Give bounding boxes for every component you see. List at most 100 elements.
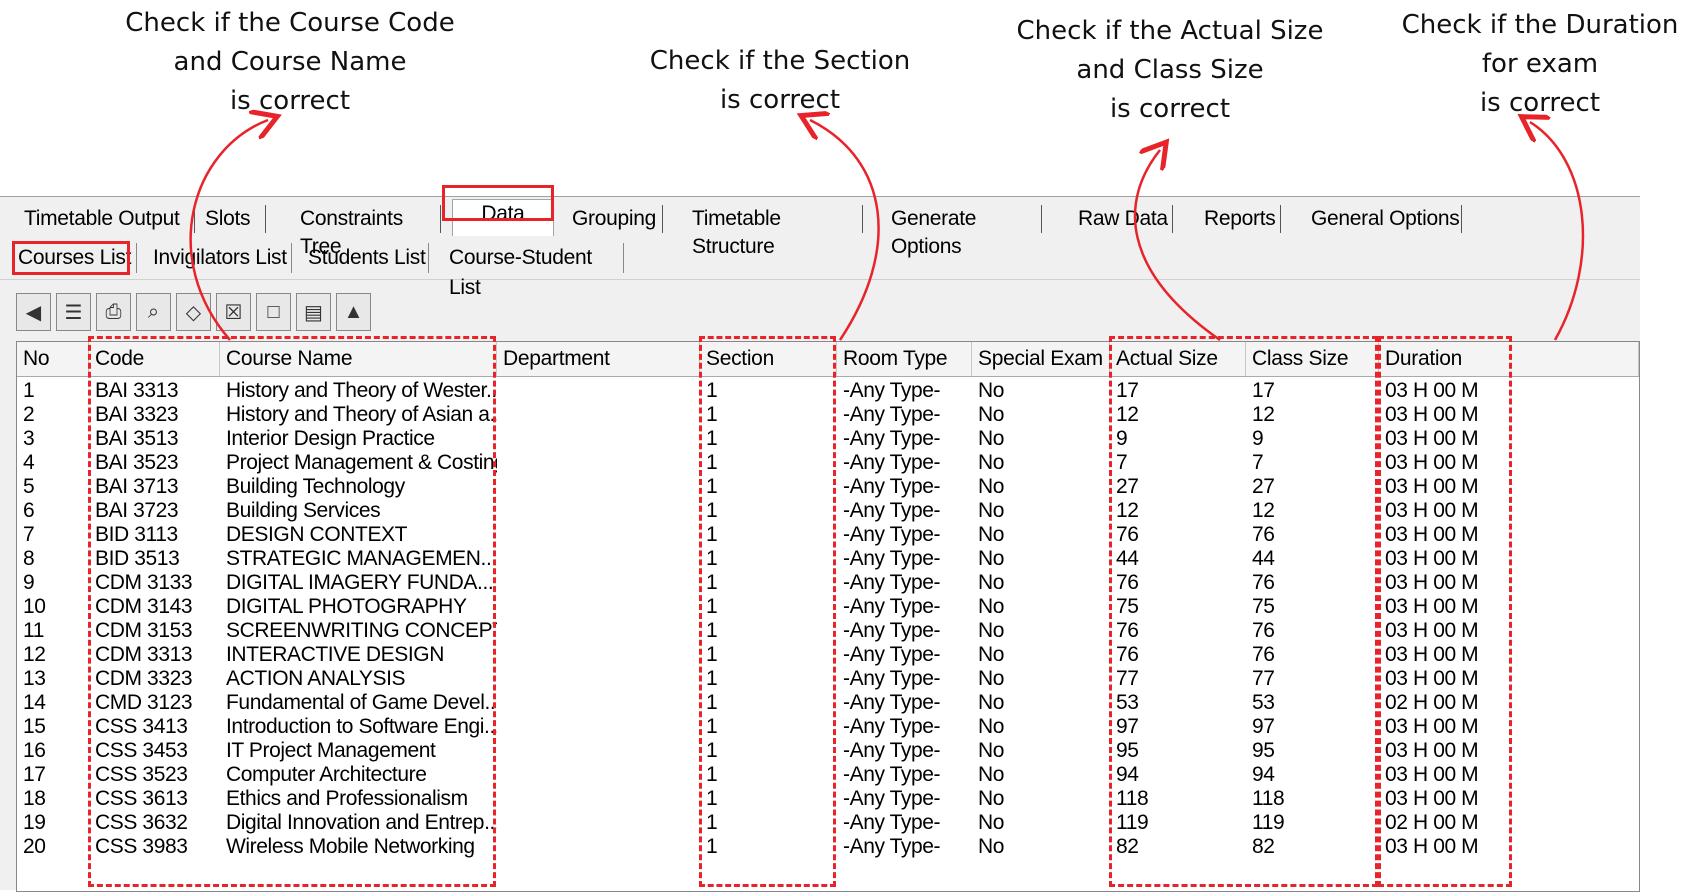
cell-no: 4 — [23, 451, 35, 474]
annotation-size: Check if the Actual Size and Class Size … — [1016, 16, 1324, 124]
highlight-code-name — [88, 336, 496, 887]
tab-constraints-tree[interactable]: Constraints Tree — [300, 205, 441, 258]
cell-no: 1 — [23, 379, 35, 402]
cell-room-type: -Any Type- — [843, 403, 941, 426]
cell-no: 10 — [23, 595, 46, 618]
tab-slots[interactable]: Slots — [205, 205, 266, 233]
tab-generate-options[interactable]: Generate Options — [891, 205, 1042, 258]
tab-reports[interactable]: Reports — [1204, 205, 1281, 233]
upload-icon: ▲ — [343, 300, 364, 323]
cell-no: 18 — [23, 787, 46, 810]
cell-special-exam: No — [978, 547, 1005, 570]
cell-no: 15 — [23, 715, 46, 738]
form-icon: ▤ — [304, 301, 323, 324]
filter-button[interactable]: ◇ — [176, 293, 211, 331]
sub-tabbar: Courses List Invigilators List Students Li… — [0, 237, 1640, 299]
highlight-duration — [1378, 336, 1512, 887]
cell-no: 6 — [23, 499, 35, 522]
cell-department — [497, 450, 700, 476]
cell-special-exam: No — [978, 475, 1005, 498]
trash-button[interactable]: ☒ — [216, 293, 251, 331]
subtab-invigilators-list[interactable]: Invigilators List — [153, 243, 292, 273]
tab-grouping[interactable]: Grouping — [572, 205, 663, 233]
cell-department — [497, 426, 700, 452]
tab-timetable-structure[interactable]: Timetable Structure — [692, 205, 863, 258]
cell-department — [497, 714, 700, 740]
cell-no: 2 — [23, 403, 35, 426]
highlight-box-data-tab — [442, 185, 554, 221]
tab-raw-data[interactable]: Raw Data — [1078, 205, 1173, 233]
cell-room-type: -Any Type- — [843, 619, 941, 642]
tab-general-options[interactable]: General Options — [1311, 205, 1462, 233]
cell-no: 7 — [23, 523, 35, 546]
annotation-duration: Check if the Duration for exam is correc… — [1401, 10, 1679, 118]
cell-no: 5 — [23, 475, 35, 498]
highlight-sizes — [1109, 336, 1378, 887]
col-header-no[interactable]: No — [17, 342, 89, 376]
cell-no: 20 — [23, 835, 46, 858]
cell-special-exam: No — [978, 595, 1005, 618]
cell-room-type: -Any Type- — [843, 379, 941, 402]
cell-department — [497, 834, 700, 860]
cell-no: 8 — [23, 547, 35, 570]
cell-department — [497, 594, 700, 620]
cell-no: 3 — [23, 427, 35, 450]
cell-special-exam: No — [978, 619, 1005, 642]
cell-no: 11 — [23, 619, 44, 642]
cell-department — [497, 474, 700, 500]
cell-room-type: -Any Type- — [843, 643, 941, 666]
cell-room-type: -Any Type- — [843, 451, 941, 474]
cell-no: 19 — [23, 811, 46, 834]
cell-no: 9 — [23, 571, 35, 594]
cell-room-type: -Any Type- — [843, 835, 941, 858]
subtab-course-student-list[interactable]: Course-Student List — [449, 243, 624, 299]
cell-room-type: -Any Type- — [843, 499, 941, 522]
cell-department — [497, 690, 700, 716]
col-header-room-type[interactable]: Room Type — [837, 342, 972, 376]
cell-room-type: -Any Type- — [843, 547, 941, 570]
window-icon: □ — [267, 300, 280, 323]
main-tabbar: Timetable Output Slots Constraints Tree Dat… — [0, 197, 1640, 258]
cell-no: 13 — [23, 667, 46, 690]
cell-special-exam: No — [978, 427, 1005, 450]
tab-timetable-output[interactable]: Timetable Output — [24, 205, 195, 233]
cell-no: 16 — [23, 739, 46, 762]
cell-special-exam: No — [978, 811, 1005, 834]
cell-special-exam: No — [978, 523, 1005, 546]
cell-room-type: -Any Type- — [843, 667, 941, 690]
cell-special-exam: No — [978, 451, 1005, 474]
cell-no: 14 — [23, 691, 46, 714]
trash-icon: ☒ — [224, 301, 243, 324]
edit-list-button[interactable]: ☰ — [56, 293, 91, 331]
window-button[interactable]: □ — [256, 293, 291, 331]
cell-department — [497, 762, 700, 788]
cell-special-exam: No — [978, 739, 1005, 762]
cell-special-exam: No — [978, 403, 1005, 426]
print-preview-button[interactable]: ⌕ — [136, 293, 171, 331]
cell-department — [497, 786, 700, 812]
cell-department — [497, 666, 700, 692]
cell-department — [497, 642, 700, 668]
cell-special-exam: No — [978, 691, 1005, 714]
cell-special-exam: No — [978, 763, 1005, 786]
col-header-department[interactable]: Department — [497, 342, 700, 376]
cell-department — [497, 378, 700, 404]
filter-icon: ◇ — [185, 301, 202, 324]
annotation-course-code: Check if the Course Code and Course Name… — [125, 8, 455, 116]
annotation-section: Check if the Section is correct — [649, 46, 911, 115]
col-header-special-exam[interactable]: Special Exam — [972, 342, 1110, 376]
cell-room-type: -Any Type- — [843, 787, 941, 810]
cell-room-type: -Any Type- — [843, 691, 941, 714]
upload-button[interactable]: ▲ — [336, 293, 371, 331]
cell-special-exam: No — [978, 499, 1005, 522]
highlight-section — [699, 336, 836, 887]
import-button[interactable]: ◀ — [16, 293, 51, 331]
subtab-students-list[interactable]: Students List — [308, 243, 429, 273]
cell-room-type: -Any Type- — [843, 715, 941, 738]
form-button[interactable]: ▤ — [296, 293, 331, 331]
cell-special-exam: No — [978, 835, 1005, 858]
print-button[interactable]: ⎙ — [96, 293, 131, 331]
cell-room-type: -Any Type- — [843, 427, 941, 450]
print-preview-icon: ⌕ — [147, 300, 160, 323]
cell-room-type: -Any Type- — [843, 571, 941, 594]
